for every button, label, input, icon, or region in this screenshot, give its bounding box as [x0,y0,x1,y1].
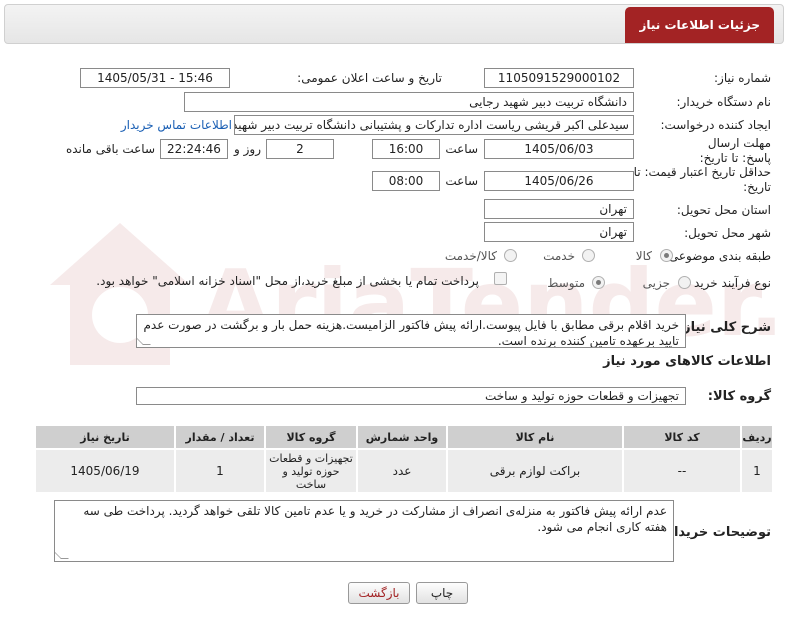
items-table: ردیف کد کالا نام کالا واحد شمارش گروه کا… [34,424,774,494]
description-textarea[interactable]: خرید اقلام برقی مطابق با فایل پیوست.ارائ… [136,314,686,348]
col-header-code: کد کالا [622,424,742,450]
deadline-date-field: 1405/06/03 [484,139,634,159]
description-label: شرح کلی نیاز: [677,320,771,335]
resize-handle[interactable] [137,337,151,345]
need-number-label: شماره نیاز: [714,71,771,85]
category-label: طبقه بندی موضوعی: [664,249,771,263]
need-number-field: 1105091529000102 [484,68,634,88]
deadline-label: مهلت ارسال پاسخ: تا تاریخ: [699,136,771,165]
cell-unit: عدد [356,448,448,494]
col-header-qty: تعداد / مقدار [174,424,266,450]
buyer-notes-textarea[interactable]: عدم ارائه پیش فاکتور به منزله‌ی انصراف ا… [54,500,674,562]
cell-code: -- [622,448,742,494]
deadline-time-field: 16:00 [372,139,440,159]
creator-field: سیدعلی اکبر قریشی ریاست اداره تدارکات و … [234,115,634,135]
validity-time-label: ساعت [445,174,478,188]
goods-group-field: تجهیزات و قطعات حوزه تولید و ساخت [136,387,686,405]
radio-partial-label: جزیی [642,276,670,290]
announce-label: تاریخ و ساعت اعلان عمومی: [297,71,442,85]
radio-partial[interactable] [678,276,691,289]
radio-goods-label: کالا [635,249,652,263]
validity-label: حداقل تاریخ اعتبار قیمت: تا تاریخ: [633,165,771,194]
creator-label: ایجاد کننده درخواست: [660,118,771,132]
radio-goods[interactable] [660,249,673,262]
announce-field: 1405/05/31 - 15:46 [80,68,230,88]
col-header-date: تاریخ نیاز [34,424,176,450]
validity-time-field: 08:00 [372,171,440,191]
resize-handle[interactable] [55,551,69,559]
print-button[interactable]: چاپ [416,582,468,604]
province-field: تهران [484,199,634,219]
process-label: نوع فرآیند خرید : [686,276,771,290]
treasury-checkbox[interactable] [494,272,507,285]
buyer-contact-link[interactable]: اطلاعات تماس خریدار [121,118,232,132]
goods-group-label: گروه کالا: [707,389,771,404]
col-header-name: نام کالا [446,424,624,450]
radio-medium-label: متوسط [547,276,585,290]
goods-info-title: اطلاعات کالاهای مورد نیاز [603,354,771,369]
page-title: جزئیات اطلاعات نیاز [625,7,774,43]
radio-service-label: خدمت [543,249,575,263]
col-header-group: گروه کالا [264,424,358,450]
radio-medium[interactable] [592,276,605,289]
cell-date: 1405/06/19 [34,448,176,494]
buyer-org-label: نام دستگاه خریدار: [676,95,772,109]
back-button[interactable]: بازگشت [348,582,410,604]
description-text: خرید اقلام برقی مطابق با فایل پیوست.ارائ… [143,318,679,348]
deadline-time-label: ساعت [445,142,478,156]
buyer-notes-label: توضیحات خریدار: [661,525,771,540]
days-field: 2 [266,139,334,159]
remaining-time-field: 22:24:46 [160,139,228,159]
cell-row: 1 [740,448,774,494]
radio-goods-service-label: کالا/خدمت [444,249,497,263]
province-label: استان محل تحویل: [676,203,771,217]
cell-qty: 1 [174,448,266,494]
cell-group: تجهیزات و قطعات حوزه تولید و ساخت [264,448,358,494]
col-header-unit: واحد شمارش [356,424,448,450]
days-label: روز و [234,142,261,156]
treasury-note: پرداخت تمام یا بخشی از مبلغ خرید،از محل … [96,274,479,288]
col-header-row: ردیف [740,424,774,450]
city-label: شهر محل تحویل: [684,226,771,240]
remaining-label: ساعت باقی مانده [65,142,155,156]
radio-goods-service[interactable] [504,249,517,262]
table-row: 1 -- براکت لوازم برقی عدد تجهیزات و قطعا… [34,448,774,494]
buyer-org-field: دانشگاه تربیت دبیر شهید رجایی [184,92,634,112]
cell-name: براکت لوازم برقی [446,448,624,494]
buyer-notes-text: عدم ارائه پیش فاکتور به منزله‌ی انصراف ا… [83,504,667,534]
watermark-logo [40,215,200,375]
validity-date-field: 1405/06/26 [484,171,634,191]
city-field: تهران [484,222,634,242]
radio-service[interactable] [582,249,595,262]
